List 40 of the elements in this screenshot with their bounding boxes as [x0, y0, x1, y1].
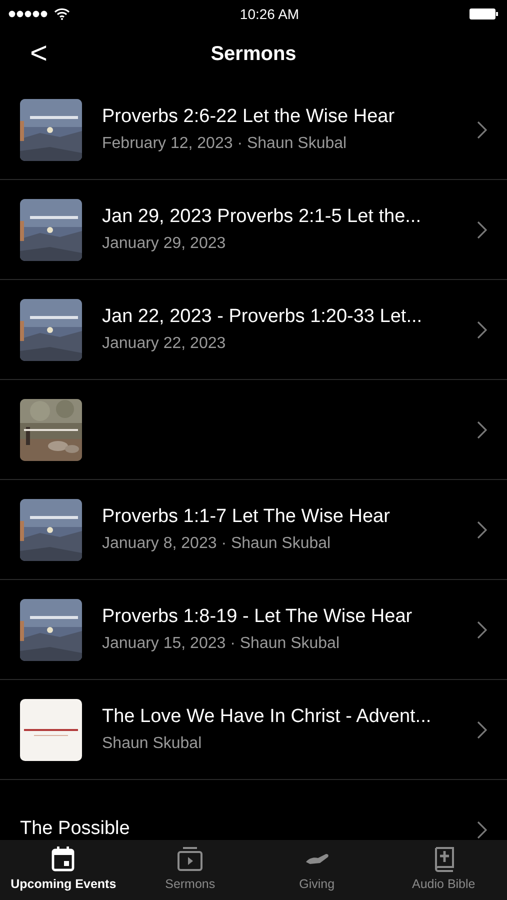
- page-title: Sermons: [210, 42, 296, 67]
- signal-icon: [8, 10, 48, 18]
- chevron-right-icon: [477, 120, 487, 138]
- sermon-meta: January 22, 2023: [102, 334, 227, 354]
- sermon-row[interactable]: Jan 22, 2023 - Proverbs 1:20-33 Let... January 22, 2023: [0, 280, 507, 380]
- sermon-meta: January 29, 2023: [102, 234, 227, 254]
- wifi-icon: [54, 8, 70, 20]
- sermon-title: The Possible: [20, 817, 130, 840]
- sermon-meta: Shaun Skubal: [102, 734, 203, 754]
- sermon-title: Jan 22, 2023 - Proverbs 1:20-33 Let...: [102, 305, 422, 330]
- book-icon: [432, 846, 455, 872]
- sermon-row[interactable]: Proverbs 2:6-22 Let the Wise Hear February 12, 2023 · Shaun Skubal: [0, 80, 507, 180]
- calendar-icon: [51, 846, 76, 872]
- chevron-right-icon: [477, 620, 487, 638]
- sermon-row[interactable]: The Love We Have In Christ - Advent... Shaun Skubal: [0, 680, 507, 780]
- chevron-right-icon: [477, 720, 487, 738]
- sermon-title: Proverbs 1:1-7 Let The Wise Hear: [102, 505, 390, 530]
- tab-item[interactable]: Upcoming Events: [0, 840, 127, 900]
- tab-item[interactable]: Sermons: [126, 840, 254, 900]
- battery-icon: [469, 8, 499, 20]
- sermon-row[interactable]: Jan 29, 2023 Proverbs 2:1-5 Let the... January 29, 2023: [0, 180, 507, 280]
- back-button[interactable]: <: [30, 39, 48, 69]
- sermon-meta: January 15, 2023 · Shaun Skubal: [102, 634, 340, 654]
- video-icon: [177, 846, 204, 872]
- status-time: 10:26 AM: [240, 4, 300, 24]
- sermon-title: The Love We Have In Christ - Advent...: [102, 705, 432, 730]
- chevron-right-icon: [477, 420, 487, 438]
- chevron-right-icon: [477, 820, 487, 838]
- tab-item[interactable]: Giving: [254, 840, 380, 900]
- sermon-title: Jan 29, 2023 Proverbs 2:1-5 Let the...: [102, 205, 421, 230]
- sermon-row[interactable]: Proverbs 1:1-7 Let The Wise Hear January 8, 2023 · Shaun Skubal: [0, 480, 507, 580]
- sermon-title: Proverbs 2:6-22 Let the Wise Hear: [102, 105, 395, 130]
- chevron-right-icon: [477, 520, 487, 538]
- sermon-row[interactable]: Proverbs 1:8-19 - Let The Wise Hear January 15, 2023 · Shaun Skubal: [0, 580, 507, 680]
- sermon-meta: January 8, 2023 · Shaun Skubal: [102, 534, 332, 554]
- sermon-meta: February 12, 2023 · Shaun Skubal: [102, 134, 348, 154]
- sermon-title: Proverbs 1:8-19 - Let The Wise Hear: [102, 605, 412, 630]
- chevron-right-icon: [477, 220, 487, 238]
- chevron-right-icon: [477, 320, 487, 338]
- tab-item[interactable]: Audio Bible: [380, 840, 507, 900]
